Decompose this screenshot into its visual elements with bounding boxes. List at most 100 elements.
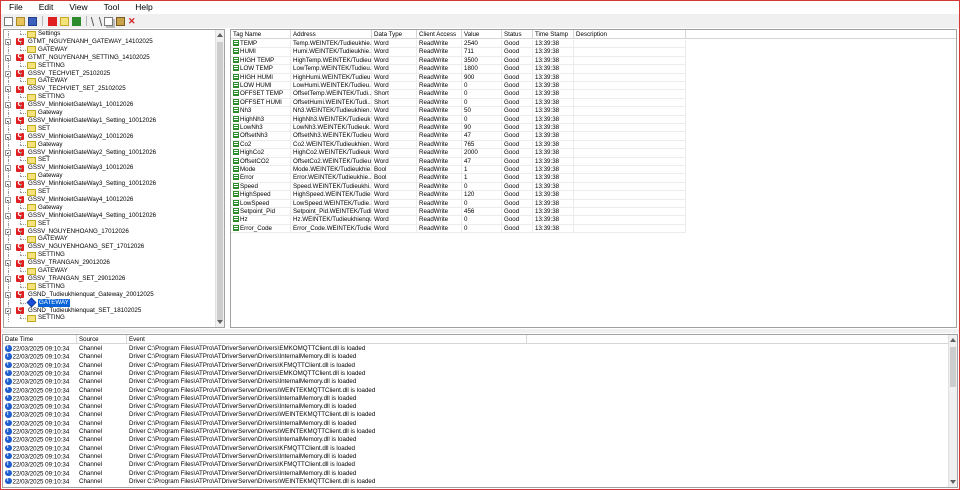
log-entry-row[interactable]: 22/03/2025 09:10:34 Channel Driver C:\Prog… <box>3 394 957 403</box>
tree-vertical-scrollbar[interactable] <box>215 30 224 327</box>
tree-channel-node[interactable]: GSSV_NGUYENHOANG_17012026 <box>4 223 214 236</box>
tree-device-node[interactable]: GATEWAY <box>4 73 214 86</box>
tree-channel-node[interactable]: GSSV_TECHVIET_25102025 <box>4 65 214 78</box>
log-entry-row[interactable]: 22/03/2025 09:10:34 Channel Driver C:\Prog… <box>3 436 957 444</box>
grid-column-header[interactable]: Address <box>291 30 372 39</box>
log-entry-row[interactable]: 22/03/2025 09:10:34 Channel Driver C:\Prog… <box>3 428 957 436</box>
tag-row[interactable]: Error Error.WEINTEK/Tudieukhie... Bool Read… <box>231 174 956 183</box>
tree-channel-node[interactable]: GSSV_MinhloietGateWay2_10012026 <box>4 128 214 141</box>
copy-icon[interactable] <box>104 16 113 26</box>
tag-row[interactable]: Error_Code Error_Code.WEINTEK/Tudie... Wor… <box>231 224 956 234</box>
log-entry-row[interactable]: 22/03/2025 09:10:34 Channel Driver C:\Prog… <box>3 419 957 428</box>
tree-channel-node[interactable]: GSSV_MinhloietGateWay1_Setting_10012026 <box>4 112 214 125</box>
tag-row[interactable]: Setpoint_Pid Setpoint_Pid.WEINTEK/Tudi...… <box>231 208 956 217</box>
tree-channel-node[interactable]: GSND_Tudieukhienquat_Gateway_20012025 <box>4 286 214 299</box>
pane-splitter[interactable] <box>1 329 959 333</box>
scroll-down-arrow-icon[interactable] <box>950 480 956 484</box>
cut-icon[interactable] <box>90 16 103 26</box>
tree-device-node[interactable]: GATEWAY <box>4 41 214 54</box>
tree-device-node[interactable]: SET <box>4 184 214 196</box>
tree-device-node[interactable]: Settings <box>4 30 214 38</box>
menu-edit[interactable]: Edit <box>31 1 62 14</box>
tag-row[interactable]: OffsetCO2 OffsetCo2.WEINTEK/Tudieu... Word… <box>231 157 956 166</box>
tree-channel-node[interactable]: GSSV_MinhloietGateWay4_Setting_10012026 <box>4 207 214 220</box>
scroll-down-arrow-icon[interactable] <box>217 320 223 324</box>
tree-channel-node[interactable]: GSND_Tudieukhienquat_SET_18102025 <box>4 302 214 315</box>
tag-row[interactable]: OFFSET HUMI OffsetHumi.WEINTEK/Tudi... Sho… <box>231 98 956 108</box>
log-entry-row[interactable]: 22/03/2025 09:10:34 Channel Driver C:\Prog… <box>3 386 957 395</box>
paste-icon[interactable] <box>116 16 125 26</box>
tree-device-node[interactable]: SETTING <box>4 310 214 323</box>
add-tag-icon[interactable] <box>72 16 81 26</box>
menu-file[interactable]: File <box>1 1 31 14</box>
scroll-thumb[interactable] <box>950 347 956 387</box>
grid-column-header[interactable]: Client Access <box>417 30 462 39</box>
tag-row[interactable]: TEMP Temp.WEINTEK/Tudieukhie... Word ReadWr… <box>231 40 956 49</box>
add-device-icon[interactable] <box>60 16 69 26</box>
tree-device-node[interactable]: Gateway <box>4 168 214 181</box>
tree-channel-node[interactable]: GSSV_MinhloietGateWay4_10012026 <box>4 191 214 204</box>
tag-row[interactable]: HighNh3 HighNh3.WEINTEK/Tudieuk... Word Rea… <box>231 115 956 124</box>
tree-channel-node[interactable]: GSSV_MinhloietGateWay1_10012026 <box>4 97 214 110</box>
log-entry-row[interactable]: 22/03/2025 09:10:34 Channel Driver C:\Prog… <box>3 345 957 353</box>
grid-column-header[interactable]: Tag Name <box>231 30 291 39</box>
tree-device-node[interactable]: SETTING <box>4 89 214 102</box>
log-entry-row[interactable]: 22/03/2025 09:10:34 Channel Driver C:\Prog… <box>3 444 957 453</box>
scroll-up-arrow-icon[interactable] <box>950 338 956 342</box>
delete-icon[interactable]: ✕ <box>128 16 137 26</box>
tree-channel-node[interactable]: GSSV_NGUYENHOANG_SET_17012026 <box>4 239 214 252</box>
log-entry-row[interactable]: 22/03/2025 09:10:34 Channel Driver C:\Prog… <box>3 469 957 478</box>
scroll-thumb[interactable] <box>217 42 223 320</box>
tag-row[interactable]: OFFSET TEMP OffsetTemp.WEINTEK/Tudi... Sho… <box>231 90 956 99</box>
tree-device-node[interactable]: SETTING <box>4 278 214 291</box>
tag-row[interactable]: HIGH HUMI HighHumi.WEINTEK/Tudieu... Word R… <box>231 73 956 82</box>
log-entry-row[interactable]: 22/03/2025 09:10:34 Channel Driver C:\Prog… <box>3 477 957 486</box>
tree-device-node[interactable]: GATEWAY <box>4 294 214 308</box>
tree-device-node[interactable]: Gateway <box>4 105 214 117</box>
log-column-header[interactable]: Source <box>77 335 127 344</box>
grid-column-header[interactable]: Time Stamp <box>533 30 574 39</box>
tag-row[interactable]: LowNh3 LowNh3.WEINTEK/Tudieuk... Word ReadW… <box>231 124 956 133</box>
grid-column-header[interactable]: Description <box>574 30 686 39</box>
new-file-icon[interactable] <box>4 16 13 26</box>
tag-row[interactable]: HighSpeed HighSpeed.WEINTEK/Tudie... Word R… <box>231 191 956 200</box>
grid-column-header[interactable]: Value <box>462 30 502 39</box>
tree-channel-node[interactable]: GSSV_MinhloietGateWay3_Setting_10012026 <box>4 176 214 189</box>
menu-help[interactable]: Help <box>127 1 160 14</box>
tag-row[interactable]: HIGH TEMP HighTemp.WEINTEK/Tudieu... Word R… <box>231 56 956 66</box>
log-entry-row[interactable]: 22/03/2025 09:10:34 Channel Driver C:\Prog… <box>3 361 957 370</box>
tag-row[interactable]: Hz Hz.WEINTEK/Tudieukhienqu... Word ReadWri… <box>231 216 956 225</box>
log-entry-row[interactable]: 22/03/2025 09:10:34 Channel Driver C:\Prog… <box>3 411 957 419</box>
menu-tool[interactable]: Tool <box>96 1 128 14</box>
tree-channel-node[interactable]: GTMT_NGUYENANH_GATEWAY_14102025 <box>4 33 214 46</box>
log-entry-row[interactable]: 22/03/2025 09:10:34 Channel Driver C:\Prog… <box>3 452 957 461</box>
tree-channel-node[interactable]: GSSV_TECHVIET_SET_25102025 <box>4 81 214 94</box>
tree-device-node[interactable]: SETTING <box>4 57 214 70</box>
tag-row[interactable]: LowSpeed LowSpeed.WEINTEK/Tudie... Word Rea… <box>231 199 956 208</box>
grid-column-header[interactable]: Data Type <box>372 30 417 39</box>
open-folder-icon[interactable] <box>16 16 25 26</box>
scroll-up-arrow-icon[interactable] <box>217 33 223 37</box>
log-entry-row[interactable]: 22/03/2025 09:10:34 Channel Driver C:\Prog… <box>3 378 957 386</box>
tree-channel-node[interactable]: GSSV_MinhloietGateWay3_10012026 <box>4 160 214 173</box>
grid-column-header[interactable]: Status <box>502 30 533 39</box>
log-column-header[interactable]: Date Time <box>3 335 77 344</box>
tree-channel-node[interactable]: GSSV_TRANGAN_SET_29012026 <box>4 270 214 283</box>
log-entry-row[interactable]: 22/03/2025 09:10:34 Channel Driver C:\Prog… <box>3 369 957 378</box>
tag-row[interactable]: LOW HUMI LowHumi.WEINTEK/Tudieu... Word Rea… <box>231 82 956 91</box>
event-log-pane[interactable]: Date TimeSourceEvent 22/03/2025 09:10:34… <box>2 334 958 488</box>
tag-row[interactable]: OffsetNh3 OffsetNh3.WEINTEK/Tudieu... Word… <box>231 132 956 141</box>
tree-device-node[interactable]: Gateway <box>4 136 214 149</box>
save-icon[interactable] <box>28 16 37 26</box>
tag-grid-pane[interactable]: Tag Name Address Data Type Client Access Val… <box>230 29 957 328</box>
tag-row[interactable]: HighCo2 HighCo2.WEINTEK/Tudieuk... Word Rea… <box>231 149 956 158</box>
tag-row[interactable]: LOW TEMP LowTemp.WEINTEK/Tudieu... Word Rea… <box>231 65 956 74</box>
tree-device-node[interactable]: Gateway <box>4 199 214 212</box>
menu-view[interactable]: View <box>61 1 95 14</box>
tag-row[interactable]: Nh3 Nh3.WEINTEK/Tudieukhien... Word ReadWri… <box>231 107 956 116</box>
tree-device-node[interactable]: SET <box>4 152 214 165</box>
log-entry-row[interactable]: 22/03/2025 09:10:34 Channel Driver C:\Prog… <box>3 461 957 469</box>
add-channel-icon[interactable] <box>48 16 57 26</box>
tag-row[interactable]: Co2 Co2.WEINTEK/Tudieukhien... Word ReadWri… <box>231 140 956 150</box>
tag-row[interactable]: Speed Speed.WEINTEK/Tudieukhi... Word ReadW… <box>231 182 956 192</box>
